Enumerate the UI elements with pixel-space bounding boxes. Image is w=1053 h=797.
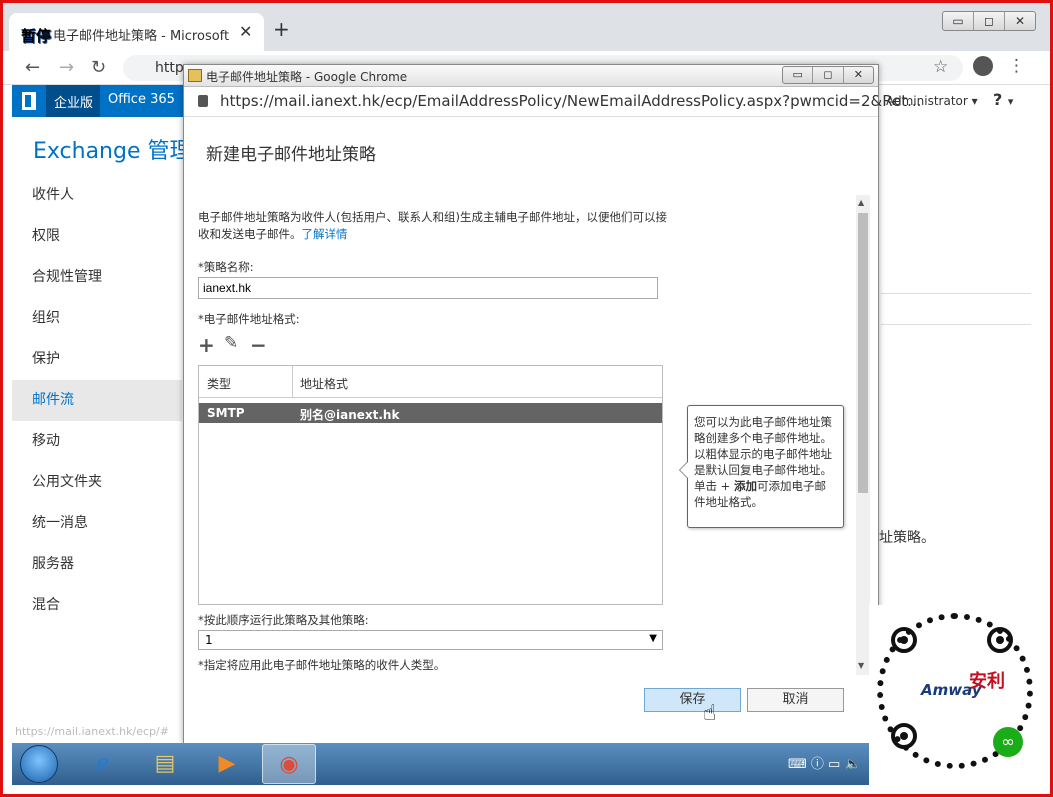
qr-finder-icon — [891, 723, 917, 749]
chevron-down-icon: ▾ — [1007, 95, 1014, 108]
eac-title-exchange: Exchange — [33, 139, 141, 164]
nav-item-public-folders[interactable]: 公用文件夹 — [12, 462, 182, 503]
dropdown-arrow-icon: ▼ — [649, 633, 657, 644]
page-favicon-icon — [188, 69, 202, 82]
help-callout: 您可以为此电子邮件地址策略创建多个电子邮件地址。以粗体显示的电子邮件地址是默认回… — [679, 405, 844, 528]
cancel-button[interactable]: 取消 — [747, 688, 844, 712]
pause-overlay: 暂停 — [21, 27, 52, 45]
save-button[interactable]: 保存 — [644, 688, 741, 712]
back-arrow-icon[interactable]: ← — [25, 57, 40, 78]
qr-finder-icon — [891, 627, 917, 653]
callout-arrow — [679, 461, 688, 479]
browser-tab[interactable]: 暂停 电子邮件地址策略 - Microsoft E ✕ — [9, 13, 264, 51]
maximize-button[interactable]: ◻ — [974, 12, 1005, 30]
dialog-close-button[interactable]: ✕ — [844, 67, 873, 83]
column-header-format[interactable]: 地址格式 — [300, 375, 348, 392]
nav-item-unified-messaging[interactable]: 统一消息 — [12, 503, 182, 544]
edit-pencil-icon[interactable]: ✎ — [224, 333, 238, 353]
tab-close-icon[interactable]: ✕ — [239, 22, 252, 41]
nav-item-hybrid[interactable]: 混合 — [12, 585, 182, 626]
menu-kebab-icon[interactable]: ⋮ — [1008, 56, 1025, 76]
minimize-button[interactable]: ▭ — [943, 12, 974, 30]
order-select-value: 1 — [205, 633, 213, 647]
bookmark-star-icon[interactable]: ☆ — [933, 57, 948, 77]
table-row[interactable]: SMTP 别名@ianext.hk — [199, 403, 662, 423]
add-icon[interactable]: + — [198, 333, 215, 357]
nav-item-protection[interactable]: 保护 — [12, 339, 182, 380]
nav-item-compliance[interactable]: 合规性管理 — [12, 257, 182, 298]
close-button[interactable]: ✕ — [1005, 12, 1035, 30]
help-menu[interactable]: ? ▾ — [993, 90, 1013, 109]
divider — [881, 293, 1031, 294]
dialog-url[interactable]: https://mail.ianext.hk/ecp/EmailAddressP… — [220, 92, 921, 110]
amway-seal: 安利 — [969, 671, 1005, 692]
recipients-label: *指定将应用此电子邮件地址策略的收件人类型。 — [198, 658, 446, 672]
dialog-heading: 新建电子邮件地址策略 — [206, 145, 376, 165]
enterprise-link[interactable]: 企业版 — [54, 92, 93, 111]
cell-type: SMTP — [207, 406, 245, 420]
chrome-browser-icon[interactable]: ◉ — [262, 744, 316, 784]
new-policy-dialog: 电子邮件地址策略 - Google Chrome ▭ ◻ ✕ https://m… — [183, 64, 921, 744]
qr-finder-icon — [987, 627, 1013, 653]
forward-arrow-icon[interactable]: → — [59, 57, 74, 78]
reload-icon[interactable]: ↻ — [91, 57, 106, 78]
dialog-maximize-button[interactable]: ◻ — [813, 67, 844, 83]
column-header-type[interactable]: 类型 — [207, 375, 231, 392]
office-logo-icon[interactable] — [22, 92, 36, 110]
nav-item-mobile[interactable]: 移动 — [12, 421, 182, 462]
browser-tabstrip: 暂停 电子邮件地址策略 - Microsoft E ✕ + ▭ ◻ ✕ — [3, 3, 1050, 51]
dialog-scrollbar[interactable]: ▲ ▼ — [856, 195, 870, 675]
dialog-minimize-button[interactable]: ▭ — [783, 67, 814, 83]
chevron-down-icon: ▾ — [971, 94, 978, 108]
nav-item-servers[interactable]: 服务器 — [12, 544, 182, 585]
cell-format: 别名@ianext.hk — [300, 408, 400, 422]
start-button-icon[interactable] — [20, 745, 58, 783]
address-formats-label: *电子邮件地址格式: — [198, 312, 300, 326]
help-icon: ? — [993, 90, 1003, 109]
nav-item-permissions[interactable]: 权限 — [12, 216, 182, 257]
address-formats-grid: 类型 地址格式 SMTP 别名@ianext.hk — [198, 365, 663, 605]
column-separator — [292, 366, 293, 398]
order-label: *按此顺序运行此策略及其他策略: — [198, 613, 369, 627]
status-url: https://mail.ianext.hk/ecp/# — [15, 725, 169, 738]
new-tab-button[interactable]: + — [273, 17, 290, 41]
order-select[interactable]: 1 ▼ — [198, 630, 663, 650]
callout-bold-add: 添加 — [733, 479, 757, 493]
learn-more-link[interactable]: 了解详情 — [302, 227, 348, 241]
mini-program-code: Amway 安利 ∞ — [869, 605, 1041, 785]
windows-taskbar: ℯ ▤ ▶ ◉ ⌨ ⓘ ▭ 🔈 — [12, 743, 870, 785]
description-text: 电子邮件地址策略为收件人(包括用户、联系人和组)生成主辅电子邮件地址，以便他们可… — [198, 210, 667, 241]
dialog-titlebar[interactable]: 电子邮件地址策略 - Google Chrome ▭ ◻ ✕ — [184, 65, 878, 87]
scroll-thumb[interactable] — [858, 213, 868, 493]
background-text-fragment: 址策略。 — [879, 530, 935, 546]
nav-item-organization[interactable]: 组织 — [12, 298, 182, 339]
profile-avatar-icon[interactable] — [973, 56, 993, 76]
policy-name-label: *策略名称: — [198, 260, 254, 274]
dialog-address-bar: https://mail.ianext.hk/ecp/EmailAddressP… — [184, 87, 921, 117]
eac-left-nav: 收件人 权限 合规性管理 组织 保护 邮件流 移动 公用文件夹 统一消息 服务器… — [12, 175, 182, 626]
window-controls: ▭ ◻ ✕ — [942, 11, 1036, 31]
hand-cursor-icon: ☝ — [703, 701, 717, 726]
lock-icon — [198, 95, 208, 107]
wechat-mini-program-icon: ∞ — [993, 727, 1023, 757]
nav-item-recipients[interactable]: 收件人 — [12, 175, 182, 216]
address-text: http — [155, 60, 184, 76]
file-explorer-icon[interactable]: ▤ — [138, 744, 192, 784]
office365-link[interactable]: Office 365 — [108, 92, 175, 107]
media-player-icon[interactable]: ▶ — [200, 744, 254, 784]
dialog-window-title: 电子邮件地址策略 - Google Chrome — [206, 70, 408, 84]
nav-item-mail-flow[interactable]: 邮件流 — [12, 380, 182, 421]
dialog-description: 电子邮件地址策略为收件人(包括用户、联系人和组)生成主辅电子邮件地址，以便他们可… — [198, 209, 668, 243]
ie-browser-icon[interactable]: ℯ — [76, 744, 130, 784]
dialog-window-controls: ▭ ◻ ✕ — [782, 66, 874, 84]
policy-name-input[interactable] — [198, 277, 658, 299]
system-tray-icons[interactable]: ⌨ ⓘ ▭ 🔈 — [788, 753, 861, 772]
remove-icon[interactable]: − — [250, 333, 267, 357]
grid-header: 类型 地址格式 — [199, 366, 662, 398]
scroll-down-icon[interactable]: ▼ — [858, 661, 864, 670]
tab-title: 电子邮件地址策略 - Microsoft E — [53, 29, 233, 44]
divider — [881, 324, 1031, 325]
scroll-up-icon[interactable]: ▲ — [858, 198, 864, 207]
screen-frame: 暂停 电子邮件地址策略 - Microsoft E ✕ + ▭ ◻ ✕ ← → … — [0, 0, 1053, 797]
